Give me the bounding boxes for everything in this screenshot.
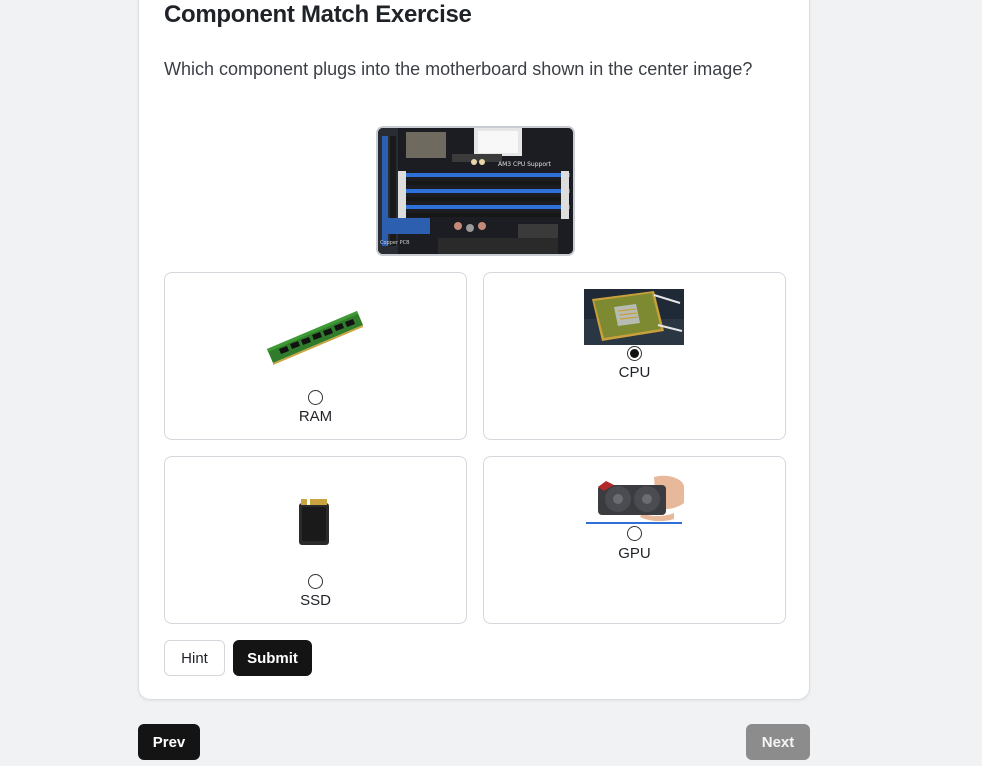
option-label-ssd: SSD: [300, 592, 331, 609]
motherboard-graphic: AM3 CPU Support Copper PCB: [378, 128, 573, 254]
page-title: Component Match Exercise: [164, 1, 472, 28]
ram-module-image: [265, 309, 365, 370]
option-gpu[interactable]: GPU: [483, 456, 786, 624]
option-label-ram: RAM: [298, 408, 333, 425]
prev-button[interactable]: Prev: [138, 724, 200, 760]
exercise-card: Component Match Exercise Which component…: [138, 0, 810, 700]
cpu-chip-image: [584, 289, 684, 350]
option-label-gpu: GPU: [618, 545, 651, 562]
svg-text:Copper PCB: Copper PCB: [380, 240, 410, 246]
option-cpu[interactable]: CPU: [483, 272, 786, 440]
next-button[interactable]: Next: [746, 724, 810, 760]
radio-gpu[interactable]: [627, 526, 642, 541]
radio-ram[interactable]: [308, 390, 323, 405]
radio-ssd[interactable]: [308, 574, 323, 589]
option-ssd[interactable]: SSD: [164, 456, 467, 624]
radio-cpu[interactable]: [627, 346, 642, 361]
hint-button[interactable]: Hint: [164, 640, 225, 676]
submit-button[interactable]: Submit: [233, 640, 312, 676]
option-ram[interactable]: RAM: [164, 272, 467, 440]
option-label-cpu: CPU: [618, 364, 651, 381]
question-text: Which component plugs into the motherboa…: [164, 59, 753, 79]
svg-text:AM3 CPU Support: AM3 CPU Support: [498, 161, 551, 168]
motherboard-image: AM3 CPU Support Copper PCB: [376, 126, 575, 256]
graphics-card-image: [584, 473, 684, 534]
ssd-card-image: [298, 499, 332, 552]
